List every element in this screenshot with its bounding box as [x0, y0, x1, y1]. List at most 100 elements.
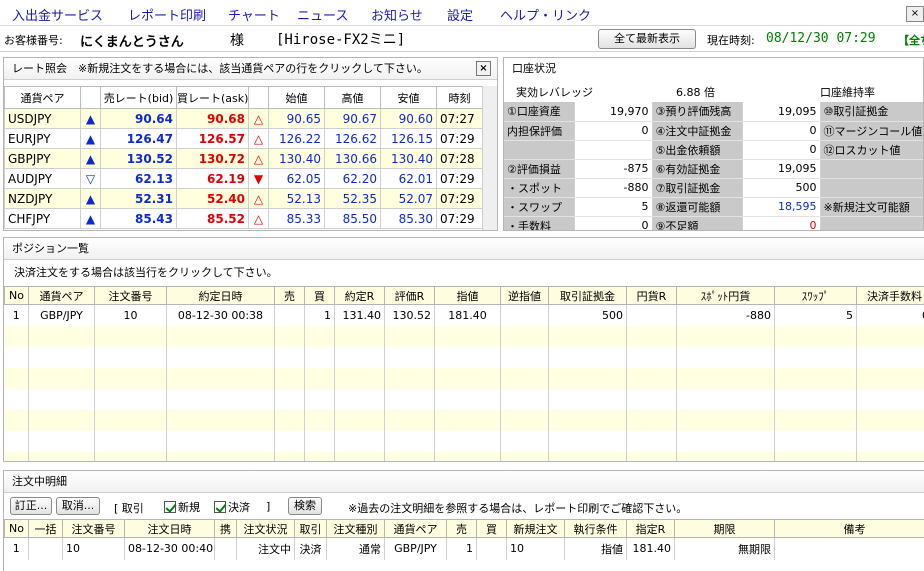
menu-report-print[interactable]: レポート印刷 [128, 5, 206, 24]
returnable-amount: 18,595 [742, 197, 821, 217]
col-pair: 通貨ペア [28, 286, 95, 305]
rate-panel-title-text: レート照会 ※新規注文をする場合には、該当通貨ペアの行をクリックして下さい。 [12, 62, 428, 75]
account-label: ・スワップ [504, 197, 575, 217]
col-sell: 売 [274, 286, 305, 305]
col-stop: 逆指値 [500, 286, 549, 305]
menu-chart[interactable]: チャート [228, 5, 280, 24]
cell: 131.40 [334, 304, 385, 326]
menu-settings[interactable]: 設定 [447, 5, 473, 24]
rate-time: 07:28 [436, 148, 483, 169]
bid-rate[interactable]: 85.43 [100, 208, 177, 229]
ask-rate[interactable]: 90.68 [176, 108, 249, 129]
ask-rate[interactable]: 130.72 [176, 148, 249, 169]
col-open: 始値 [268, 86, 325, 109]
positions-header: No 通貨ペア 注文番号 約定日時 売 買 約定R 評価R 指値 逆指値 取引証… [4, 286, 924, 305]
rate-row-nzdjpy[interactable]: NZDJPY ▲ 52.31 52.40 △ 52.13 52.35 52.07… [4, 188, 483, 209]
account-label: ・手数料 [504, 216, 575, 230]
account-value: 0 [574, 216, 653, 230]
rate-row-gbpjpy[interactable]: GBPJPY ▲ 130.52 130.72 △ 130.40 130.66 1… [4, 148, 483, 169]
filter-new-label: 新規 [178, 501, 200, 514]
account-label: ⑫ロスカット値 [820, 140, 923, 160]
col-order-no: 注文番号 [94, 286, 167, 305]
rate-time: 07:29 [436, 168, 483, 189]
positions-panel: ポジション一覧 決済注文をする場合は該当行をクリックして下さい。 No 通貨ペア… [3, 237, 924, 462]
cell [626, 304, 677, 326]
filter-new-checkbox[interactable]: 新規 [164, 499, 200, 515]
rate-panel-close-icon[interactable]: × [476, 61, 491, 76]
positions-note: 決済注文をする場合は該当行をクリックして下さい。 [14, 266, 278, 279]
rate-time: 07:29 [436, 188, 483, 209]
col-time: 時刻 [436, 86, 483, 109]
filter-bracket-open: [ 取引 [114, 502, 144, 515]
ask-rate[interactable]: 62.19 [176, 168, 249, 189]
col-remarks: 備考 [774, 519, 924, 538]
account-label: ⑧返還可能額 [652, 197, 743, 217]
cell: 無期限 [674, 537, 775, 560]
menu-help-link[interactable]: ヘルプ・リンク [500, 5, 591, 24]
cell: 0 [856, 304, 924, 326]
ask-rate[interactable]: 126.57 [176, 128, 249, 149]
rate-panel: レート照会 ※新規注文をする場合には、該当通貨ペアの行をクリックして下さい。 ×… [3, 57, 498, 231]
ask-rate[interactable]: 52.40 [176, 188, 249, 209]
orders-panel: 注文中明細 訂正... 取消... [ 取引 新規 決済 ] 検索 ※過去の注文… [3, 470, 924, 571]
col-buy: 買 [476, 519, 507, 538]
positions-title-text: ポジション一覧 [12, 242, 89, 255]
menu-deposit[interactable]: 入出金サービス [12, 5, 103, 24]
rate-time: 07:27 [436, 108, 483, 129]
col-limit: 指値 [434, 286, 501, 305]
low-price: 130.40 [380, 148, 437, 169]
rate-time: 07:29 [436, 208, 483, 229]
bid-rate[interactable]: 126.47 [100, 128, 177, 149]
refresh-all-button[interactable]: 全て最新表示 [598, 29, 696, 49]
cell: 注文中 [236, 537, 295, 560]
pair: CHFJPY [4, 208, 81, 229]
bid-rate[interactable]: 52.31 [100, 188, 177, 209]
col-order-no: 注文番号 [62, 519, 125, 538]
cell: 1 [446, 537, 477, 560]
high-price: 130.66 [324, 148, 381, 169]
table-row[interactable]: 1 GBP/JPY 10 08-12-30 00:38 1 131.40 130… [4, 304, 924, 326]
menu-news[interactable]: ニュース [297, 5, 348, 24]
cell: 10 [94, 304, 167, 326]
account-row: ・手数料 0 ⑨不足額 0 [504, 216, 923, 230]
cancel-order-button[interactable]: 取消... [56, 497, 100, 515]
cell: 通常 [326, 537, 385, 560]
rate-row-audjpy[interactable]: AUDJPY ▽ 62.13 62.19 ▼ 62.05 62.20 62.01… [4, 168, 483, 189]
cell: 10 [62, 537, 125, 560]
bid-rate[interactable]: 62.13 [100, 168, 177, 189]
account-label: ⑪マージンコール値 [820, 121, 923, 141]
rate-row-eurjpy[interactable]: EURJPY ▲ 126.47 126.57 △ 126.22 126.62 1… [4, 128, 483, 149]
account-value [574, 140, 653, 160]
rate-scrollbar[interactable] [482, 86, 497, 230]
bid-up-icon: ▲ [80, 208, 101, 229]
filter-settle-label: 決済 [228, 501, 250, 514]
cell: 181.40 [626, 537, 675, 560]
bid-down-icon: ▽ [80, 168, 101, 189]
search-button[interactable]: 検索 [288, 497, 322, 515]
filter-settle-checkbox[interactable]: 決済 [214, 499, 250, 515]
ask-up-icon: △ [248, 108, 269, 129]
rate-row-chfjpy[interactable]: CHFJPY ▲ 85.43 85.52 △ 85.33 85.50 85.30… [4, 208, 483, 229]
correct-order-button[interactable]: 訂正... [10, 497, 52, 515]
account-value: -875 [574, 159, 653, 179]
bid-rate[interactable]: 130.52 [100, 148, 177, 169]
cell: 181.40 [434, 304, 501, 326]
rate-row-usdjpy[interactable]: USDJPY ▲ 90.64 90.68 △ 90.65 90.67 90.60… [4, 108, 483, 129]
orders-note: ※過去の注文明細を参照する場合は、レポート印刷でご確認下さい。 [348, 502, 688, 515]
table-row[interactable]: 1 10 08-12-30 00:40 注文中 決済 通常 GBP/JPY 1 … [4, 537, 924, 560]
window-close-icon[interactable]: × [906, 6, 924, 22]
account-label: ⑩取引証拠金 [820, 102, 923, 122]
col-linked: 携 [214, 519, 237, 538]
cell: 1 [4, 537, 29, 560]
account-row: ①口座資産 19,970 ③預り評価残高 19,095 ⑩取引証拠金 [504, 102, 923, 122]
bid-rate[interactable]: 90.64 [100, 108, 177, 129]
rate-table-header: 通貨ペア 売レート(bid) 買レート(ask) 始値 高値 安値 時刻 [4, 86, 483, 109]
maintenance-label: 口座維持率 [820, 86, 875, 99]
menu-notice[interactable]: お知らせ [371, 5, 423, 24]
account-label: ・スポット [504, 178, 575, 198]
col-high: 高値 [324, 86, 381, 109]
shortage-amount: 0 [742, 216, 821, 230]
ask-rate[interactable]: 85.52 [176, 208, 249, 229]
table-row [4, 451, 924, 461]
high-price: 126.62 [324, 128, 381, 149]
